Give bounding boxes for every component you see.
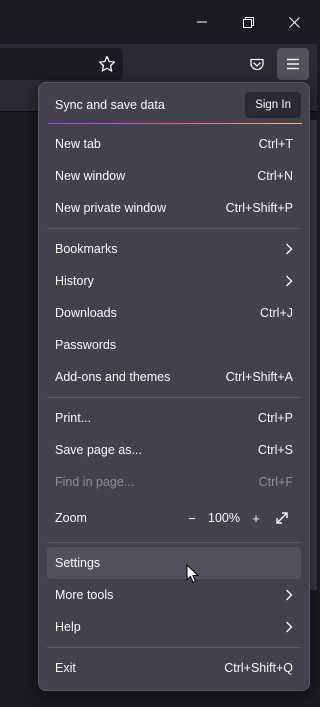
menu-item-shortcut: Ctrl+J bbox=[260, 306, 293, 320]
fullscreen-expand-icon bbox=[276, 512, 288, 524]
menu-item-new-window[interactable]: New window Ctrl+N bbox=[47, 160, 301, 192]
menu-item-label: Passwords bbox=[55, 338, 117, 352]
chevron-right-icon bbox=[285, 275, 293, 287]
menu-item-new-private-window[interactable]: New private window Ctrl+Shift+P bbox=[47, 192, 301, 224]
bookmark-star-button[interactable] bbox=[91, 48, 123, 80]
menu-item-label: New private window bbox=[55, 201, 167, 215]
menu-separator bbox=[47, 647, 301, 648]
sign-in-button[interactable]: Sign In bbox=[245, 92, 301, 118]
minimize-button[interactable] bbox=[179, 0, 225, 44]
menu-item-save-page-as[interactable]: Save page as... Ctrl+S bbox=[47, 434, 301, 466]
menu-item-label: History bbox=[55, 274, 94, 288]
menu-item-zoom: Zoom − 100% + bbox=[47, 502, 301, 534]
restore-button[interactable] bbox=[225, 0, 271, 44]
menu-item-more-tools[interactable]: More tools bbox=[47, 579, 301, 611]
zoom-in-button[interactable]: + bbox=[247, 509, 265, 527]
zoom-out-button[interactable]: − bbox=[183, 509, 201, 527]
menu-item-new-tab[interactable]: New tab Ctrl+T bbox=[47, 128, 301, 160]
menu-item-bookmarks[interactable]: Bookmarks bbox=[47, 233, 301, 265]
menu-item-shortcut: Ctrl+N bbox=[257, 169, 293, 183]
menu-item-label: New window bbox=[55, 169, 126, 183]
restore-icon bbox=[242, 16, 254, 28]
menu-item-settings[interactable]: Settings bbox=[47, 547, 301, 579]
menu-item-label: Bookmarks bbox=[55, 242, 118, 256]
sync-section: Sync and save data Sign In bbox=[47, 91, 301, 119]
menu-item-label: Find in page... bbox=[55, 475, 135, 489]
zoom-label: Zoom bbox=[55, 511, 87, 525]
menu-item-label: Print... bbox=[55, 411, 92, 425]
menu-item-history[interactable]: History bbox=[47, 265, 301, 297]
menu-item-print[interactable]: Print... Ctrl+P bbox=[47, 402, 301, 434]
menu-item-help[interactable]: Help bbox=[47, 611, 301, 643]
zoom-reset-button[interactable]: 100% bbox=[207, 511, 241, 525]
chevron-right-icon bbox=[285, 589, 293, 601]
app-menu-panel: Sync and save data Sign In New tab Ctrl+… bbox=[38, 82, 310, 691]
menu-separator bbox=[47, 228, 301, 229]
menu-item-downloads[interactable]: Downloads Ctrl+J bbox=[47, 297, 301, 329]
menu-item-shortcut: Ctrl+Shift+P bbox=[225, 201, 293, 215]
mouse-cursor-icon bbox=[186, 563, 200, 589]
close-icon bbox=[288, 16, 300, 28]
menu-item-shortcut: Ctrl+P bbox=[257, 411, 293, 425]
star-icon bbox=[98, 55, 116, 72]
sync-title: Sync and save data bbox=[55, 98, 165, 112]
pocket-button[interactable] bbox=[241, 48, 273, 80]
close-window-button[interactable] bbox=[271, 0, 317, 44]
zoom-controls: − 100% + bbox=[183, 507, 293, 529]
navigation-toolbar bbox=[0, 44, 317, 84]
menu-item-label: New tab bbox=[55, 137, 101, 151]
menu-item-shortcut: Ctrl+S bbox=[257, 443, 293, 457]
menu-item-label: Add-ons and themes bbox=[55, 370, 171, 384]
page-scrollbar[interactable] bbox=[309, 120, 317, 590]
menu-item-passwords[interactable]: Passwords bbox=[47, 329, 301, 361]
menu-item-label: Downloads bbox=[55, 306, 117, 320]
chevron-right-icon bbox=[285, 621, 293, 633]
menu-item-shortcut: Ctrl+F bbox=[258, 475, 293, 489]
chevron-right-icon bbox=[285, 243, 293, 255]
menu-separator bbox=[47, 397, 301, 398]
menu-separator bbox=[47, 542, 301, 543]
menu-item-label: Save page as... bbox=[55, 443, 142, 457]
fullscreen-button[interactable] bbox=[271, 507, 293, 529]
menu-item-shortcut: Ctrl+Shift+Q bbox=[224, 661, 293, 675]
title-bar bbox=[0, 0, 317, 44]
hamburger-menu-icon bbox=[287, 58, 299, 70]
menu-item-shortcut: Ctrl+Shift+A bbox=[225, 370, 293, 384]
sync-accent-divider bbox=[48, 123, 302, 124]
menu-item-label: More tools bbox=[55, 588, 114, 602]
menu-item-add-ons-and-themes[interactable]: Add-ons and themes Ctrl+Shift+A bbox=[47, 361, 301, 393]
menu-item-find-in-page[interactable]: Find in page... Ctrl+F bbox=[47, 466, 301, 498]
menu-item-label: Settings bbox=[55, 556, 101, 570]
app-menu-button[interactable] bbox=[277, 48, 309, 80]
menu-item-label: Help bbox=[55, 620, 81, 634]
minimize-icon bbox=[197, 21, 207, 23]
menu-item-exit[interactable]: Exit Ctrl+Shift+Q bbox=[47, 652, 301, 684]
menu-item-label: Exit bbox=[55, 661, 76, 675]
pocket-icon bbox=[250, 58, 264, 71]
menu-item-shortcut: Ctrl+T bbox=[258, 137, 293, 151]
